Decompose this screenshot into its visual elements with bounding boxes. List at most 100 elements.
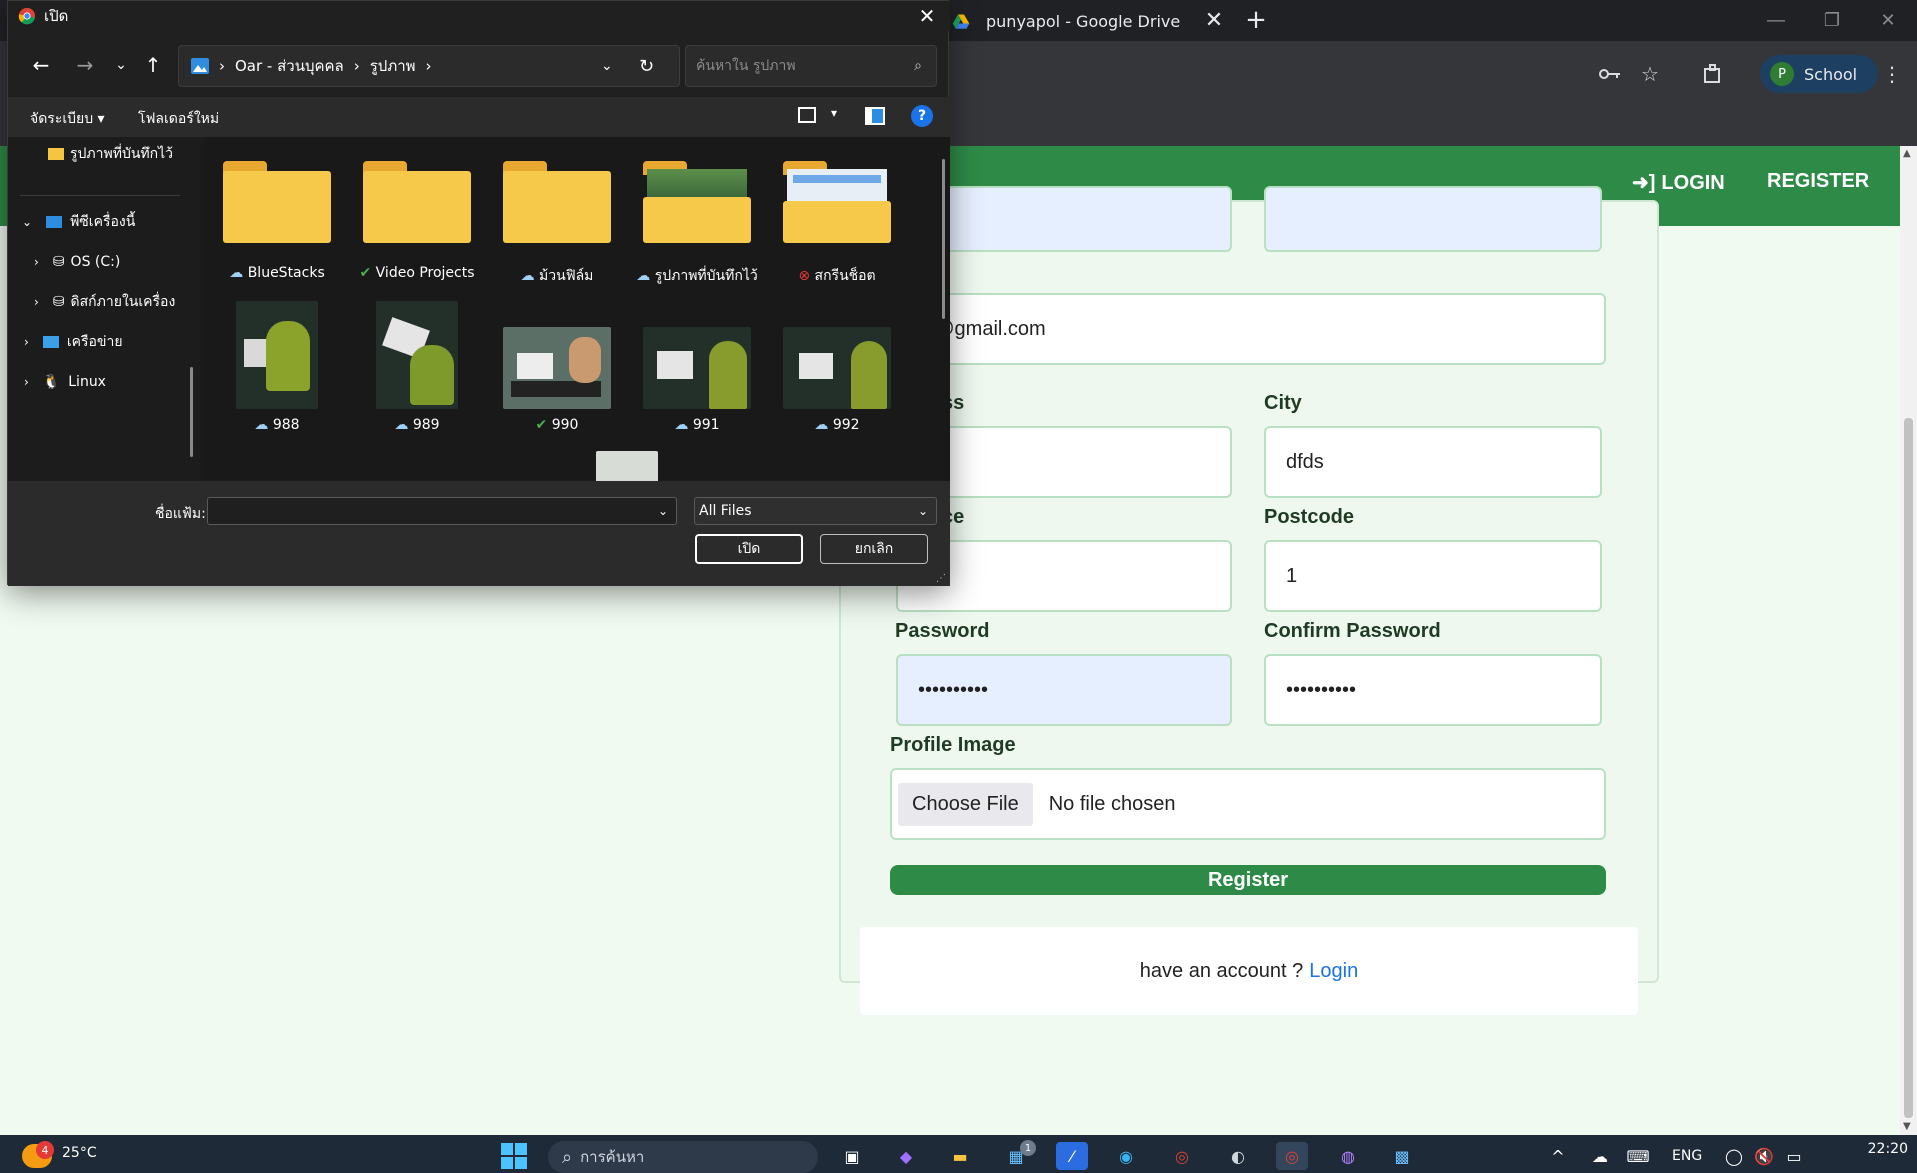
nav-linux[interactable]: › 🐧 Linux bbox=[24, 367, 106, 397]
collapse-chevron-icon[interactable]: › bbox=[24, 335, 29, 349]
filename-dropdown-icon[interactable]: ⌄ bbox=[658, 504, 668, 518]
close-window-icon[interactable]: ✕ bbox=[1860, 0, 1916, 40]
nav-saved-pictures[interactable]: รูปภาพที่บันทึกไว้ bbox=[48, 139, 173, 169]
temperature[interactable]: 25°C bbox=[62, 1145, 97, 1161]
open-button[interactable]: เปิด bbox=[695, 534, 803, 564]
password-key-icon[interactable] bbox=[1594, 58, 1626, 90]
folder-screenshots[interactable]: ⊗ สกรีนช็อต bbox=[772, 161, 902, 287]
view-dropdown-icon[interactable]: ▾ bbox=[831, 106, 837, 120]
nav-this-pc[interactable]: ⌄ พีซีเครื่องนี้ bbox=[22, 207, 135, 237]
address-bar[interactable]: › Oar - ส่วนบุคคล › รูปภาพ › ⌄ ↻ bbox=[178, 45, 680, 87]
content-scrollbar-thumb[interactable] bbox=[942, 159, 945, 319]
copilot-icon[interactable]: ◆ bbox=[890, 1142, 922, 1170]
restore-icon[interactable]: ❐ bbox=[1804, 0, 1860, 40]
item-label: 989 bbox=[412, 417, 440, 433]
password-input[interactable]: •••••••••• bbox=[896, 654, 1232, 726]
chrome-icon[interactable]: ◎ bbox=[1166, 1142, 1198, 1170]
city-input[interactable]: dfds bbox=[1264, 426, 1602, 498]
last-name-input[interactable] bbox=[1264, 186, 1602, 252]
bookmark-star-icon[interactable]: ☆ bbox=[1634, 58, 1666, 90]
preview-pane-icon[interactable] bbox=[865, 107, 885, 125]
app-icon[interactable]: ◐ bbox=[1222, 1142, 1254, 1170]
breadcrumb-item[interactable]: รูปภาพ bbox=[370, 54, 416, 78]
tray-chevron-icon[interactable]: ^ bbox=[1542, 1142, 1574, 1170]
item-label: BlueStacks bbox=[247, 265, 325, 281]
postcode-input[interactable]: 1 bbox=[1264, 540, 1602, 612]
address-dropdown-icon[interactable]: ⌄ bbox=[601, 58, 613, 74]
up-arrow-icon[interactable]: ↑ bbox=[138, 49, 168, 81]
file-988[interactable]: ☁ 988 bbox=[212, 301, 342, 433]
collapse-chevron-icon[interactable]: › bbox=[24, 375, 29, 389]
file-991[interactable]: ☁ 991 bbox=[632, 327, 762, 433]
scrollbar-thumb[interactable] bbox=[1904, 418, 1913, 1118]
extensions-icon[interactable] bbox=[1697, 58, 1729, 90]
folder-bluestacks[interactable]: ☁ BlueStacks bbox=[212, 161, 342, 281]
folder-saved-pictures[interactable]: ☁ รูปภาพที่บันทึกไว้ bbox=[632, 161, 762, 287]
battery-icon[interactable]: ▭ bbox=[1778, 1142, 1810, 1170]
file-990[interactable]: ✔ 990 bbox=[492, 327, 622, 433]
nav-scrollbar-thumb[interactable] bbox=[190, 367, 193, 457]
nav-register-link[interactable]: REGISTER bbox=[1767, 170, 1869, 193]
task-view-icon[interactable]: ▣ bbox=[836, 1142, 868, 1170]
back-arrow-icon[interactable]: ← bbox=[26, 49, 56, 81]
partial-image-thumbnail[interactable] bbox=[596, 451, 658, 481]
resize-grip-icon[interactable]: ⋰ bbox=[936, 573, 946, 584]
input-language[interactable]: ENG bbox=[1672, 1148, 1702, 1164]
nav-os-c[interactable]: › ⛁ OS (C:) bbox=[34, 247, 120, 277]
taskbar-search[interactable]: ⌕ การค้นหา bbox=[548, 1141, 818, 1173]
filetype-select[interactable]: All Files ⌄ bbox=[694, 497, 937, 525]
windows-start-icon[interactable] bbox=[498, 1142, 530, 1170]
nav-local-disk[interactable]: › ⛁ ดิสก์ภายในเครื่อง bbox=[34, 287, 175, 317]
file-989[interactable]: ☁ 989 bbox=[352, 301, 482, 433]
recent-chevron-icon[interactable]: ⌄ bbox=[106, 49, 136, 81]
taskbar-clock[interactable]: 22:20 bbox=[1808, 1141, 1908, 1157]
edge-icon[interactable]: ◉ bbox=[1110, 1142, 1142, 1170]
minimize-icon[interactable]: ― bbox=[1748, 0, 1804, 40]
nav-login-link[interactable]: ➜] LOGIN bbox=[1632, 170, 1725, 195]
new-folder-button[interactable]: โฟลเดอร์ใหม่ bbox=[138, 108, 219, 130]
login-link[interactable]: Login bbox=[1309, 960, 1358, 983]
collapse-chevron-icon[interactable]: › bbox=[34, 255, 39, 269]
dialog-close-icon[interactable]: ✕ bbox=[906, 1, 948, 31]
volume-muted-icon[interactable]: 🔇 bbox=[1748, 1142, 1780, 1170]
email-input[interactable]: e3@gmail.com bbox=[890, 293, 1606, 365]
cancel-button[interactable]: ยกเลิก bbox=[820, 534, 928, 564]
help-icon[interactable]: ? bbox=[911, 105, 933, 127]
dialog-search-input[interactable]: ค้นหาใน รูปภาพ ⌕ bbox=[685, 45, 937, 87]
organize-button[interactable]: จัดระเบียบ ▾ bbox=[30, 108, 105, 130]
collapse-chevron-icon[interactable]: › bbox=[34, 295, 39, 309]
tab-google-drive[interactable]: punyapol - Google Drive bbox=[940, 2, 1230, 41]
scroll-down-icon[interactable]: ▼ bbox=[1903, 1121, 1911, 1132]
file-992[interactable]: ☁ 992 bbox=[772, 327, 902, 433]
filetype-dropdown-icon[interactable]: ⌄ bbox=[918, 504, 928, 518]
keyboard-icon[interactable]: ⌨ bbox=[1622, 1142, 1654, 1170]
refresh-icon[interactable]: ↻ bbox=[639, 56, 654, 77]
profile-button[interactable]: P School bbox=[1760, 55, 1878, 93]
new-tab-button[interactable]: + bbox=[1240, 4, 1272, 36]
file-explorer-icon[interactable]: ▬ bbox=[944, 1142, 976, 1170]
onedrive-icon[interactable]: ☁ bbox=[1584, 1142, 1616, 1170]
folder-preview-icon bbox=[643, 161, 751, 243]
view-icon[interactable] bbox=[798, 107, 816, 123]
chrome-profile-icon[interactable]: ◎ bbox=[1276, 1142, 1308, 1170]
choose-file-button[interactable]: Choose File bbox=[898, 782, 1033, 826]
filename-input[interactable]: ⌄ bbox=[207, 497, 677, 525]
scroll-up-icon[interactable]: ▲ bbox=[1903, 148, 1911, 159]
folder-camera-roll[interactable]: ☁ ม้วนฟิล์ม bbox=[492, 161, 622, 287]
app-icon[interactable]: ▩ bbox=[1386, 1142, 1418, 1170]
register-button[interactable]: Register bbox=[890, 865, 1606, 895]
kebab-menu-icon[interactable]: ⋮ bbox=[1876, 58, 1908, 90]
item-label: 990 bbox=[551, 417, 579, 433]
item-label: 988 bbox=[272, 417, 300, 433]
vs-code-like-icon[interactable]: ⁄ bbox=[1056, 1142, 1088, 1170]
profile-image-input[interactable]: Choose File No file chosen bbox=[890, 768, 1606, 840]
nav-network[interactable]: › เครือข่าย bbox=[24, 327, 123, 357]
confirm-password-input[interactable]: •••••••••• bbox=[1264, 654, 1602, 726]
forward-arrow-icon[interactable]: → bbox=[70, 49, 100, 81]
close-tab-icon[interactable]: ✕ bbox=[1198, 4, 1230, 36]
github-icon[interactable]: ◍ bbox=[1332, 1142, 1364, 1170]
breadcrumb-item[interactable]: Oar - ส่วนบุคคล bbox=[235, 54, 344, 78]
expand-chevron-icon[interactable]: ⌄ bbox=[22, 215, 32, 229]
network-globe-icon[interactable]: ◯ bbox=[1718, 1142, 1750, 1170]
folder-video-projects[interactable]: ✔ Video Projects bbox=[352, 161, 482, 281]
